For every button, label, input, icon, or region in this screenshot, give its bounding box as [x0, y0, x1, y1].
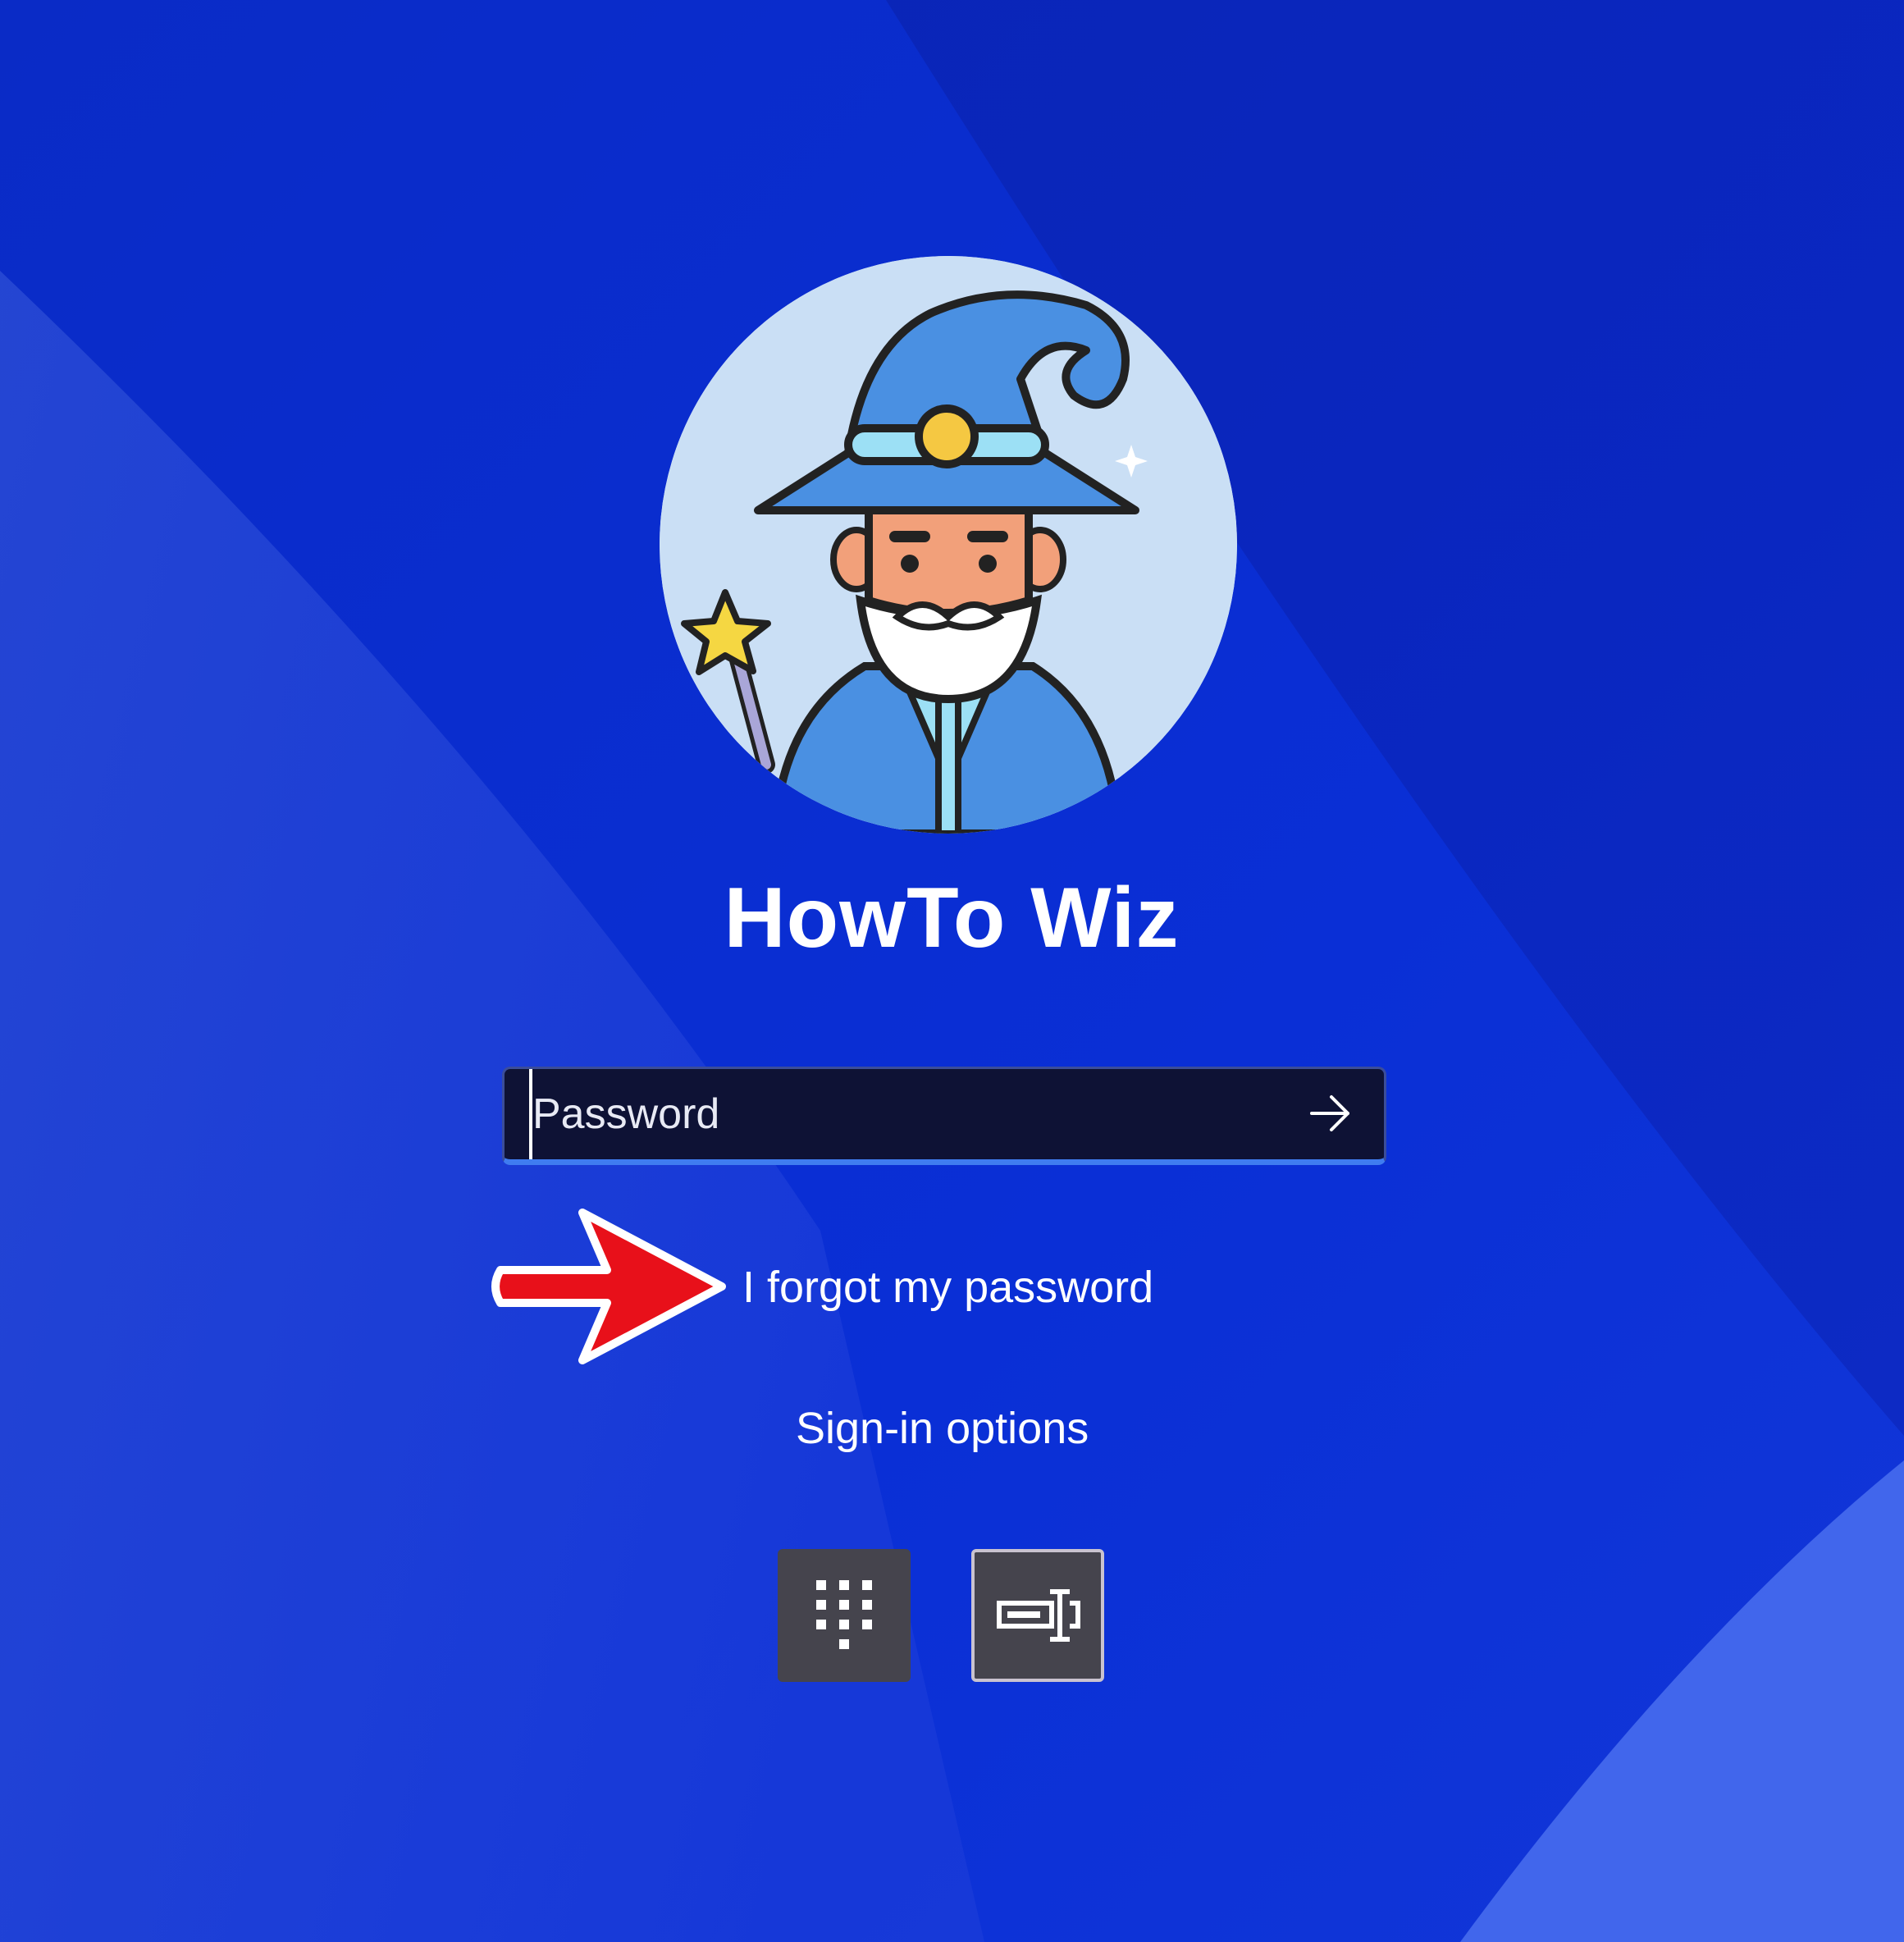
password-input[interactable] — [529, 1069, 1287, 1159]
red-arrow-icon — [491, 1209, 726, 1364]
password-field-icon — [997, 1589, 1080, 1642]
wizard-avatar-icon — [660, 256, 1237, 834]
arrow-right-icon[interactable] — [1307, 1090, 1353, 1136]
user-display-name: HowTo Wiz — [724, 870, 1180, 966]
password-field-container — [502, 1067, 1386, 1165]
keypad-icon — [816, 1580, 872, 1649]
pin-sign-in-option-button[interactable] — [778, 1549, 911, 1682]
sign-in-options-link[interactable]: Sign-in options — [796, 1403, 1089, 1454]
forgot-password-link[interactable]: I forgot my password — [742, 1262, 1153, 1313]
password-sign-in-option-button[interactable] — [971, 1549, 1104, 1682]
lock-screen: HowTo Wiz I forgot my password Sign-in o… — [0, 0, 1904, 1942]
